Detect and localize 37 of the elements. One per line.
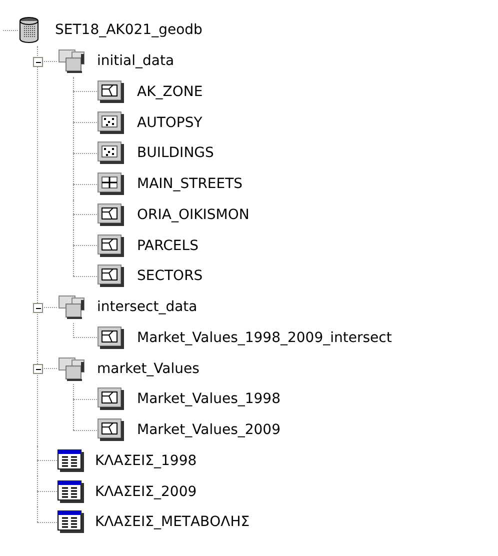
polygon-layer-icon xyxy=(97,80,125,104)
polygon-layer-icon xyxy=(97,326,125,350)
tree-item[interactable]: AUTOPSY xyxy=(137,114,202,131)
tree-item[interactable]: PARCELS xyxy=(137,238,198,254)
table-icon xyxy=(57,448,85,473)
tree-item[interactable]: Market_Values_1998 xyxy=(137,391,280,408)
stacked-squares-icon xyxy=(57,356,87,382)
collapse-toggle[interactable] xyxy=(33,364,43,374)
tree-item[interactable]: SECTORS xyxy=(137,268,203,284)
stacked-squares-icon xyxy=(57,48,87,74)
polygon-layer-icon xyxy=(97,234,125,258)
tree-item[interactable]: ORIA_OIKISMON xyxy=(137,206,250,223)
tree-item[interactable]: BUILDINGS xyxy=(137,145,214,162)
polygon-layer-icon xyxy=(97,387,125,412)
tree-item[interactable]: AK_ZONE xyxy=(137,84,203,100)
collapse-toggle[interactable] xyxy=(33,56,43,67)
tree-item[interactable]: market_Values xyxy=(97,360,200,377)
polygon-layer-icon xyxy=(97,418,125,442)
table-icon xyxy=(57,480,85,504)
tree-item[interactable]: SET18_AK021_geodb xyxy=(55,22,202,38)
database-icon xyxy=(18,16,40,44)
tree-item[interactable]: ΚΛΑΣΕΙΣ_1998 xyxy=(95,452,197,469)
polygon-layer-icon xyxy=(97,264,125,288)
tree-item[interactable]: ΚΛΑΣΕΙΣ_2009 xyxy=(95,484,197,500)
tree-item[interactable]: initial_data xyxy=(97,53,174,70)
stacked-squares-icon xyxy=(57,294,87,320)
table-icon xyxy=(57,510,85,534)
point-layer-icon xyxy=(97,110,125,135)
line-layer-icon xyxy=(97,172,125,196)
collapse-toggle[interactable] xyxy=(33,302,43,313)
polygon-layer-icon xyxy=(97,202,125,227)
point-layer-icon xyxy=(97,141,125,166)
tree-item[interactable]: intersect_data xyxy=(97,299,198,316)
tree-item[interactable]: MAIN_STREETS xyxy=(137,176,243,192)
tree-item[interactable]: ΚΛΑΣΕΙΣ_ΜΕΤΑΒΟΛΗΣ xyxy=(95,514,250,530)
tree-item[interactable]: Market_Values_2009 xyxy=(137,422,280,438)
tree-item[interactable]: Market_Values_1998_2009_intersect xyxy=(137,330,392,346)
